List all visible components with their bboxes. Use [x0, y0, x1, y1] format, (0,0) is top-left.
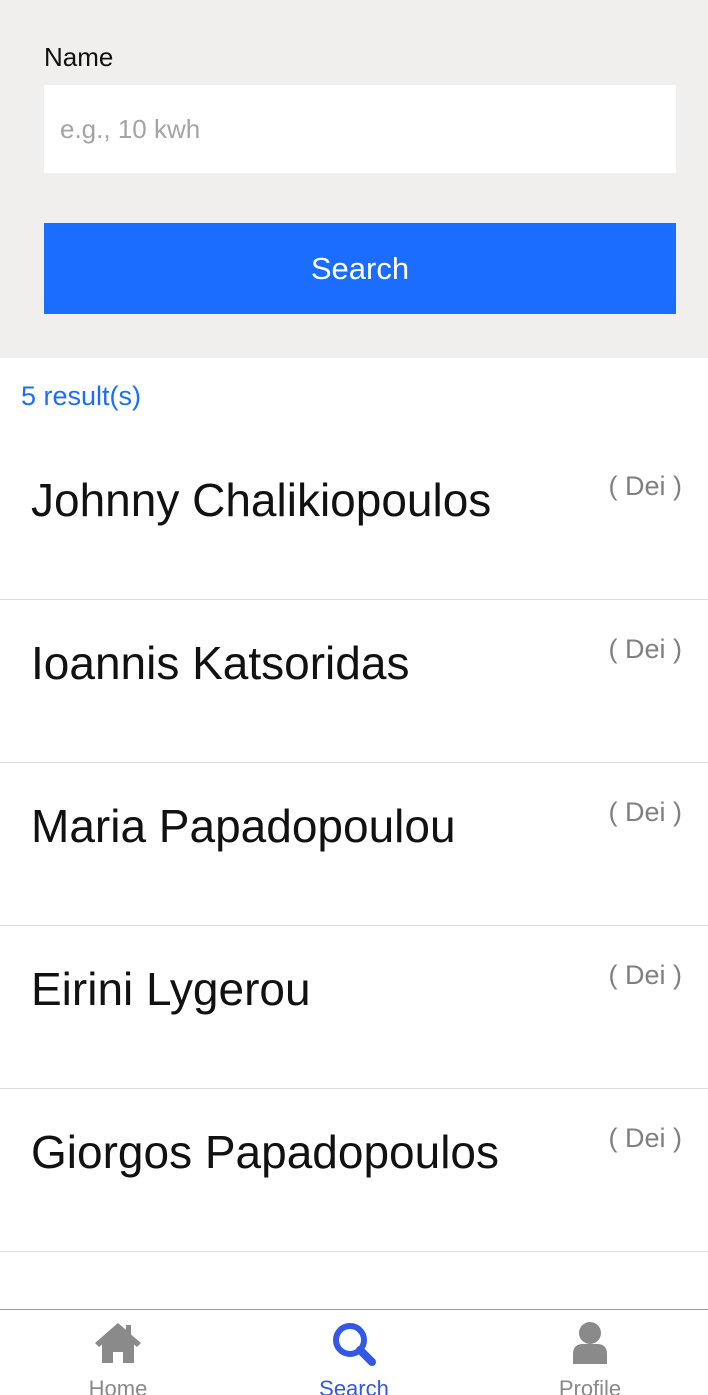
- search-form: Name Search: [0, 0, 708, 358]
- result-name: Eirini Lygerou: [31, 963, 311, 1015]
- home-icon: [95, 1323, 141, 1363]
- list-item[interactable]: Ioannis Katsoridas ( Dei ): [0, 600, 708, 763]
- tab-home-label: Home: [88, 1376, 148, 1395]
- result-name: Maria Papadopoulou: [31, 800, 456, 852]
- list-item[interactable]: Maria Papadopoulou ( Dei ): [0, 763, 708, 926]
- search-icon: [333, 1323, 376, 1366]
- tab-profile-label: Profile: [558, 1376, 622, 1395]
- name-input[interactable]: [44, 85, 676, 173]
- profile-icon: [573, 1322, 607, 1364]
- result-tag: ( Dei ): [608, 960, 683, 990]
- search-button[interactable]: Search: [44, 223, 676, 314]
- results-list: Johnny Chalikiopoulos ( Dei ) Ioannis Ka…: [0, 437, 708, 1252]
- result-tag: ( Dei ): [608, 471, 683, 501]
- result-tag: ( Dei ): [608, 1123, 683, 1153]
- result-tag: ( Dei ): [608, 634, 683, 664]
- list-item[interactable]: Giorgos Papadopoulos ( Dei ): [0, 1089, 708, 1252]
- list-item[interactable]: Johnny Chalikiopoulos ( Dei ): [0, 437, 708, 600]
- bottom-tab-bar: Home Search Profile: [0, 1309, 708, 1395]
- result-count: 5 result(s): [21, 381, 142, 411]
- result-name: Giorgos Papadopoulos: [31, 1126, 499, 1178]
- result-name: Johnny Chalikiopoulos: [31, 474, 492, 526]
- tab-search-label: Search: [319, 1376, 389, 1395]
- tab-search[interactable]: Search: [236, 1310, 472, 1395]
- name-field-label: Name: [44, 42, 114, 72]
- result-tag: ( Dei ): [608, 797, 683, 827]
- list-item[interactable]: Eirini Lygerou ( Dei ): [0, 926, 708, 1089]
- result-name: Ioannis Katsoridas: [31, 637, 410, 689]
- search-screen: Name Search 5 result(s) Johnny Chalikiop…: [0, 0, 708, 1395]
- tab-profile[interactable]: Profile: [472, 1310, 708, 1395]
- tab-home[interactable]: Home: [0, 1310, 236, 1395]
